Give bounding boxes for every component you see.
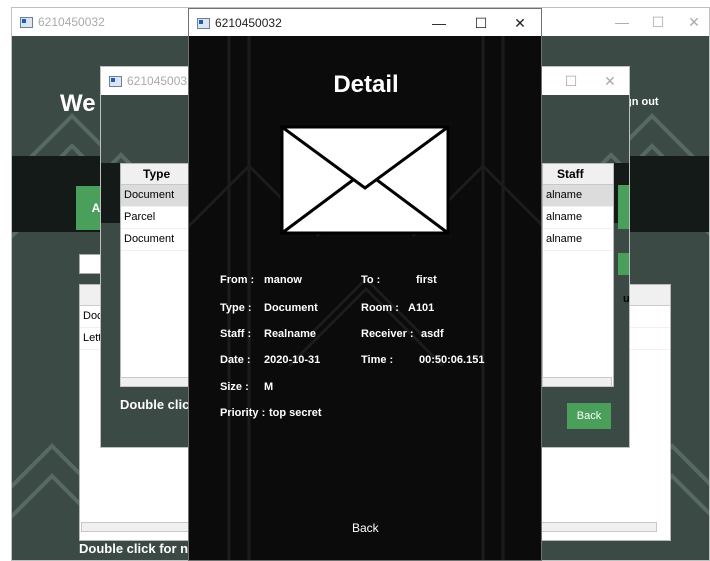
close-button[interactable]: ✕ (595, 71, 625, 91)
status-column-header[interactable]: us (623, 293, 629, 305)
table-row[interactable]: alname (543, 229, 613, 251)
app-icon (109, 76, 122, 87)
welcome-text: We (60, 90, 96, 117)
type-label: Type : (220, 302, 252, 314)
time-value: 00:50:06.151 (419, 354, 485, 366)
table-row[interactable]: alname (543, 185, 613, 207)
date-label: Date : (220, 354, 251, 366)
close-button[interactable]: ✕ (679, 12, 709, 32)
refresh-button[interactable]: sh (618, 253, 629, 275)
to-label: To : (361, 274, 381, 286)
detail-background-pattern (189, 36, 541, 560)
detail-body: Detail From : manow To : first Type : Do… (189, 36, 541, 560)
staff-table: Staff alname alname alname (542, 163, 614, 387)
table-row[interactable]: alname (543, 207, 613, 229)
type-table: Type Document Parcel Document (120, 163, 192, 387)
window-title: 6210450032 (38, 15, 105, 29)
maximize-button[interactable]: ☐ (556, 71, 586, 91)
receiver-value: asdf (421, 328, 444, 340)
app-icon (197, 18, 210, 29)
app-icon (20, 17, 33, 28)
priority-value: top secret (269, 407, 322, 419)
from-label: From : (220, 274, 255, 286)
sign-out-link[interactable]: gn out (625, 96, 659, 108)
window-title: 6210450032 (215, 16, 282, 30)
maximize-button[interactable]: ☐ (643, 12, 673, 32)
type-column-header[interactable]: Type (121, 164, 191, 185)
priority-label: Priority : (220, 407, 266, 419)
staff-column-header[interactable]: Staff (543, 164, 613, 185)
window-title: 6210450032 (127, 74, 194, 88)
date-value: 2020-10-31 (264, 354, 321, 366)
receiver-label: Receiver : (361, 328, 414, 340)
room-label: Room : (361, 302, 399, 314)
staff-label: Staff : (220, 328, 252, 340)
type-value: Document (264, 302, 318, 314)
minimize-button[interactable]: — (607, 12, 637, 32)
maximize-button[interactable]: ☐ (466, 13, 496, 33)
mid-footer-text: Double clic (120, 397, 190, 412)
staff-value: Realname (264, 328, 316, 340)
table-row[interactable]: Parcel (121, 207, 191, 229)
envelope-icon (280, 125, 450, 235)
back-button[interactable]: Back (352, 521, 379, 535)
close-button[interactable]: ✕ (505, 13, 535, 33)
to-value: first (416, 274, 437, 286)
horizontal-scrollbar-right[interactable] (542, 377, 612, 387)
table-row[interactable]: Document (121, 229, 191, 251)
room-value: A101 (408, 302, 435, 314)
detail-window: 6210450032 — ☐ ✕ Detail From : manow To … (188, 8, 542, 561)
size-value: M (264, 381, 274, 393)
detail-window-titlebar: 6210450032 — ☐ ✕ (189, 9, 541, 37)
minimize-button[interactable]: — (424, 13, 454, 33)
size-label: Size : (220, 381, 249, 393)
right-action-button[interactable]: rd (618, 185, 629, 229)
detail-heading: Detail (333, 71, 399, 98)
back-footer-text: Double click for n (79, 541, 189, 556)
from-value: manow (264, 274, 302, 286)
table-row[interactable]: Document (121, 185, 191, 207)
horizontal-scrollbar-left[interactable] (120, 377, 190, 387)
time-label: Time : (361, 354, 394, 366)
back-button[interactable]: Back (567, 403, 611, 429)
